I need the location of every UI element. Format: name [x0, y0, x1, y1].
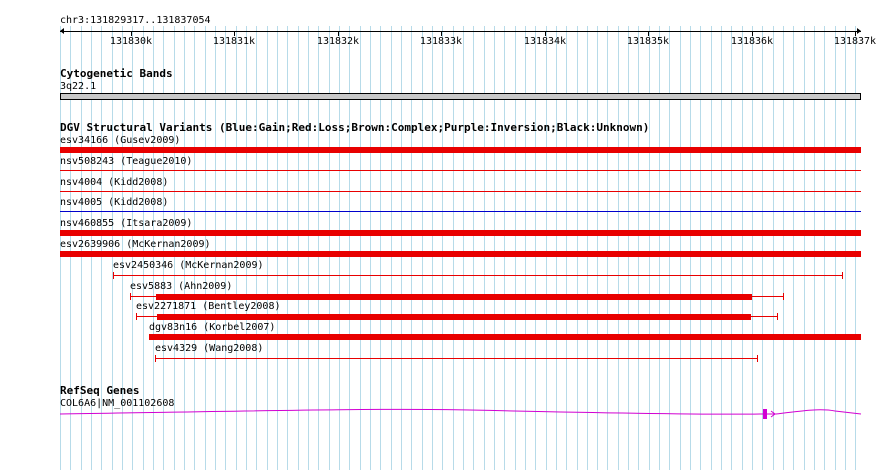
dgv-variant-label[interactable]: nsv4005 (Kidd2008) [60, 197, 168, 208]
ruler-line [60, 31, 861, 32]
dgv-variant-bar[interactable] [60, 230, 861, 236]
dgv-variant-label[interactable]: nsv508243 (Teague2010) [60, 156, 192, 167]
dgv-variant-label[interactable]: esv2271871 (Bentley2008) [136, 301, 281, 312]
dgv-variant-label[interactable]: dgv83n16 (Korbel2007) [149, 322, 275, 333]
dgv-variant-label[interactable]: nsv4004 (Kidd2008) [60, 177, 168, 188]
dgv-variant-end-cap [757, 355, 758, 362]
dgv-variant-core[interactable] [157, 314, 751, 320]
dgv-variant-end-cap [783, 293, 784, 300]
dgv-variant-end-cap [136, 313, 137, 320]
dgv-variant-end-cap [113, 272, 114, 279]
dgv-variant-bar[interactable] [113, 275, 842, 276]
dgv-track-title[interactable]: DGV Structural Variants (Blue:Gain;Red:L… [60, 122, 649, 134]
cytoband-track-title[interactable]: Cytogenetic Bands [60, 68, 173, 80]
dgv-variant-label[interactable]: esv2450346 (McKernan2009) [113, 260, 264, 271]
refseq-track-title[interactable]: RefSeq Genes [60, 385, 139, 397]
ruler-tick-label: 131837k [833, 36, 877, 47]
ruler-right-arrow-icon [857, 28, 861, 34]
dgv-variant-bar[interactable] [60, 170, 861, 171]
dgv-variant-label[interactable]: esv2639906 (McKernan2009) [60, 239, 211, 250]
ruler-tick-label: 131832k [316, 36, 360, 47]
gene-intron-line [59, 408, 862, 415]
dgv-variant-bar[interactable] [60, 251, 861, 257]
dgv-variant-bar[interactable] [60, 147, 861, 153]
gene-exon[interactable] [763, 409, 767, 419]
ruler-tick-label: 131830k [109, 36, 153, 47]
ruler-tick-label: 131833k [419, 36, 463, 47]
dgv-variant-bar[interactable] [155, 358, 757, 359]
dgv-variant-label[interactable]: esv5883 (Ahn2009) [130, 281, 232, 292]
dgv-variant-bar[interactable] [60, 191, 861, 192]
locus-label: chr3:131829317..131837054 [60, 15, 211, 26]
dgv-variant-bar[interactable] [60, 211, 861, 212]
ruler-tick-label: 131836k [730, 36, 774, 47]
dgv-variant-label[interactable]: nsv460855 (Itsara2009) [60, 218, 192, 229]
cytoband-label: 3q22.1 [60, 81, 97, 92]
dgv-variant-end-cap [155, 355, 156, 362]
refseq-gene-model[interactable] [0, 400, 890, 430]
dgv-variant-end-cap [842, 272, 843, 279]
ruler-tick-label: 131835k [626, 36, 670, 47]
genome-browser: chr3:131829317..131837054 131830k 131831k… [0, 0, 890, 470]
cytoband-bar[interactable] [60, 93, 861, 100]
dgv-variant-end-cap [777, 313, 778, 320]
ruler-tick-label: 131831k [212, 36, 256, 47]
ruler-left-arrow-icon [60, 28, 64, 34]
dgv-variant-label[interactable]: esv34166 (Gusev2009) [60, 135, 180, 146]
dgv-variant-bar[interactable] [149, 334, 861, 340]
dgv-variant-core[interactable] [156, 294, 752, 300]
dgv-variant-label[interactable]: esv4329 (Wang2008) [155, 343, 263, 354]
dgv-variant-end-cap [130, 293, 131, 300]
ruler-tick-label: 131834k [523, 36, 567, 47]
